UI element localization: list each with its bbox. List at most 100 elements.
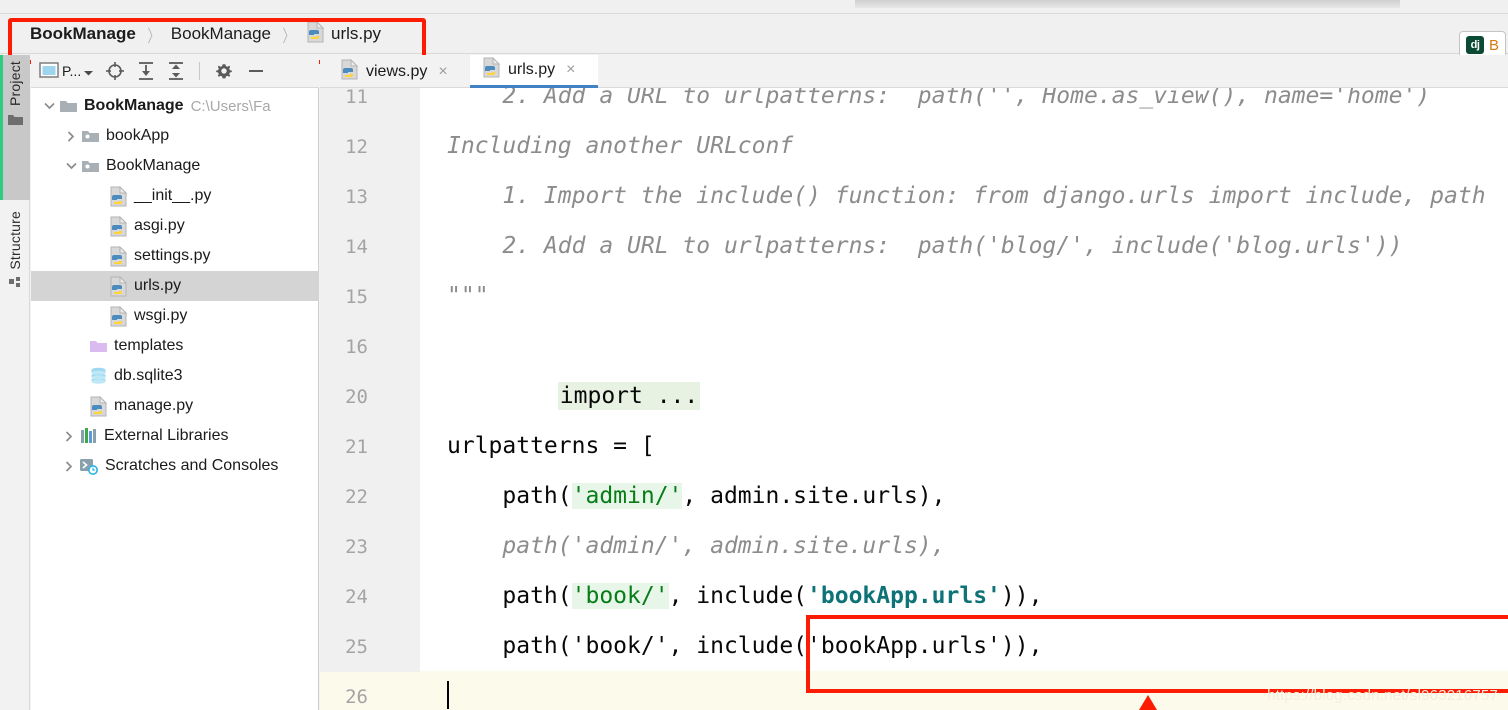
tree-node-templates[interactable]: templates bbox=[31, 331, 319, 361]
tree-node-BookManage-root[interactable]: BookManage C:\Users\Fa bbox=[31, 91, 319, 121]
editor-tab-label: views.py bbox=[366, 62, 428, 80]
expand-all-button[interactable] bbox=[137, 60, 155, 82]
editor-tab-label: urls.py bbox=[508, 61, 556, 78]
line-number: 22 bbox=[345, 486, 368, 508]
python-file-icon bbox=[109, 305, 128, 327]
project-scope-label: P... bbox=[62, 63, 82, 79]
tree-node-settings-py[interactable]: settings.py bbox=[31, 241, 319, 271]
close-icon[interactable]: × bbox=[438, 63, 447, 81]
python-file-icon bbox=[109, 275, 128, 297]
string-literal-book: 'book/' bbox=[571, 583, 669, 609]
code-line-15: """ bbox=[447, 283, 489, 309]
folded-imports-chip[interactable]: import ... bbox=[557, 382, 701, 410]
tree-node-bookApp[interactable]: bookApp bbox=[31, 121, 319, 151]
project-scope-dropdown[interactable]: P... bbox=[39, 60, 94, 82]
database-icon bbox=[89, 367, 108, 385]
editor-tab-urls-py[interactable]: urls.py × bbox=[470, 55, 598, 88]
tree-node-init-py[interactable]: __init__.py bbox=[31, 181, 319, 211]
chevron-right-icon[interactable] bbox=[61, 130, 81, 142]
tree-label: BookManage bbox=[106, 157, 201, 174]
tree-node-asgi-py[interactable]: asgi.py bbox=[31, 211, 319, 241]
code-line-16: import ... bbox=[447, 321, 701, 410]
chevron-down-icon[interactable] bbox=[39, 102, 59, 110]
chevron-right-icon[interactable] bbox=[59, 430, 79, 442]
python-file-icon bbox=[482, 56, 501, 83]
python-file-icon bbox=[89, 395, 108, 417]
pycharm-window: BookManage 〉 BookManage 〉 urls.py dj B P… bbox=[0, 0, 1508, 710]
line-number: 15 bbox=[345, 286, 368, 308]
line-number: 25 bbox=[345, 636, 368, 658]
code-line-24: path('book/', include('bookApp.urls')), bbox=[447, 583, 1043, 609]
structure-icon bbox=[8, 276, 23, 295]
sidebar-tab-project-label: Project bbox=[7, 61, 23, 106]
tree-label: urls.py bbox=[134, 277, 182, 294]
chevron-down-icon[interactable] bbox=[61, 162, 81, 170]
tree-label: manage.py bbox=[114, 397, 194, 414]
expand-all-icon bbox=[139, 62, 154, 80]
django-widget-label: B bbox=[1489, 36, 1499, 54]
sidebar-tab-project[interactable]: Project bbox=[0, 55, 30, 200]
tree-node-wsgi-py[interactable]: wsgi.py bbox=[31, 301, 319, 331]
line-number: 16 bbox=[345, 336, 368, 358]
chevron-right-icon[interactable] bbox=[59, 460, 79, 472]
python-file-icon bbox=[109, 245, 128, 267]
module-folder-icon bbox=[81, 158, 100, 174]
breadcrumb-bar: BookManage 〉 BookManage 〉 urls.py dj B bbox=[0, 14, 1508, 64]
breadcrumb-separator-icon: 〉 bbox=[147, 26, 160, 46]
tree-node-db-sqlite3[interactable]: db.sqlite3 bbox=[31, 361, 319, 391]
code-editor[interactable]: 2. Add a URL to urlpatterns: path('', Ho… bbox=[420, 88, 1508, 710]
breadcrumb-file-label: urls.py bbox=[330, 24, 382, 43]
settings-button[interactable] bbox=[214, 60, 234, 82]
tree-label: db.sqlite3 bbox=[114, 367, 183, 384]
python-file-icon bbox=[109, 215, 128, 237]
line-number: 20 bbox=[345, 386, 368, 408]
close-icon[interactable]: × bbox=[566, 61, 575, 79]
line-number: 23 bbox=[345, 536, 368, 558]
code-line-13: 1. Import the include() function: from d… bbox=[447, 183, 1486, 209]
line-number: 11 bbox=[345, 86, 368, 108]
project-folder-icon bbox=[59, 98, 78, 114]
project-panel-toolbar: P... bbox=[31, 55, 319, 88]
breadcrumb-item-package[interactable]: BookManage bbox=[171, 24, 271, 44]
tree-label: Scratches and Consoles bbox=[105, 457, 279, 474]
line-number: 13 bbox=[345, 186, 368, 208]
target-icon bbox=[106, 62, 125, 80]
editor-area: views.py × urls.py × 11 12 13 14 15 16 2… bbox=[320, 55, 1508, 710]
line-number-current: 26 bbox=[320, 672, 420, 710]
tree-label: settings.py bbox=[134, 247, 211, 264]
tree-node-BookManage-package[interactable]: BookManage bbox=[31, 151, 319, 181]
tree-node-external-libraries[interactable]: External Libraries bbox=[31, 421, 319, 451]
minus-icon bbox=[249, 70, 264, 72]
breadcrumb-item-project[interactable]: BookManage bbox=[30, 24, 136, 44]
code-line-25: path('book/', include('bookApp.urls')), bbox=[447, 633, 1043, 659]
toolbar-divider bbox=[199, 62, 201, 80]
python-file-icon bbox=[109, 185, 128, 207]
sidebar-tab-structure[interactable]: Structure bbox=[0, 205, 30, 345]
tree-label: templates bbox=[114, 337, 184, 354]
tree-node-path: C:\Users\Fa bbox=[190, 97, 271, 115]
tree-node-scratches-and-consoles[interactable]: Scratches and Consoles bbox=[31, 451, 319, 481]
editor-gutter[interactable]: 11 12 13 14 15 16 20 21 22 23 24 25 26 bbox=[320, 86, 420, 710]
code-line-23: path('admin/', admin.site.urls), bbox=[447, 533, 946, 559]
tree-label: bookApp bbox=[106, 127, 170, 144]
tree-label: wsgi.py bbox=[134, 307, 188, 324]
string-literal-bookapp-urls: 'bookApp.urls' bbox=[807, 583, 1001, 609]
tree-node-urls-py[interactable]: urls.py bbox=[31, 271, 319, 301]
tree-node-manage-py[interactable]: manage.py bbox=[31, 391, 319, 421]
locate-file-button[interactable] bbox=[105, 60, 125, 82]
module-folder-icon bbox=[81, 128, 100, 144]
line-number: 12 bbox=[345, 136, 368, 158]
breadcrumb-separator-icon: 〉 bbox=[282, 26, 295, 46]
project-tool-window: P... BookManage C:\Users\Fa bookApp Book… bbox=[31, 55, 319, 710]
gear-icon bbox=[216, 64, 233, 79]
text-caret bbox=[447, 680, 449, 709]
collapse-all-icon bbox=[169, 62, 184, 80]
collapse-all-button[interactable] bbox=[167, 60, 185, 82]
breadcrumb-item-file[interactable]: urls.py bbox=[306, 20, 382, 48]
sidebar-tab-structure-label: Structure bbox=[7, 211, 23, 270]
tree-label: External Libraries bbox=[104, 427, 229, 444]
hide-panel-button[interactable] bbox=[246, 60, 266, 82]
code-line-14: 2. Add a URL to urlpatterns: path('blog/… bbox=[447, 233, 1403, 259]
chevron-down-icon bbox=[84, 63, 94, 79]
django-icon: dj bbox=[1466, 36, 1484, 54]
